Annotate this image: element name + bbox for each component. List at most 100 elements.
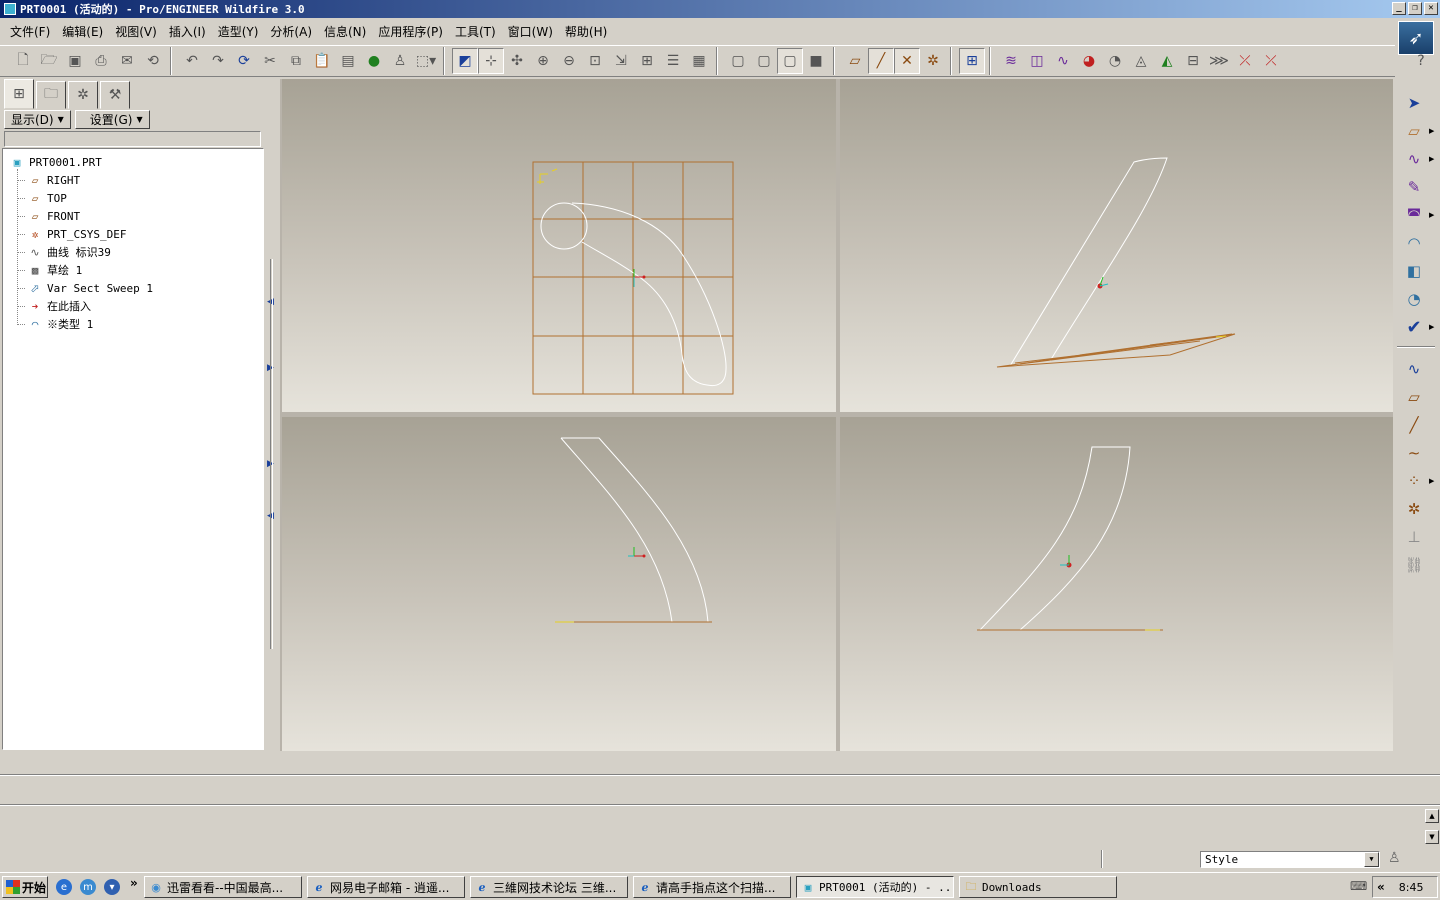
show-menu-button[interactable]: 显示(D) ▼	[4, 110, 71, 129]
send-mail-icon[interactable]: ✉	[114, 48, 140, 74]
quicklaunch-more-icon[interactable]: »	[130, 876, 138, 890]
menu-applications[interactable]: 应用程序(P)	[372, 23, 449, 40]
view-manager-icon[interactable]: ▦	[686, 48, 712, 74]
tree-item-front[interactable]: ▱ FRONT	[3, 207, 263, 225]
panel-sash[interactable]: ◀ ▶ ▶ ◀	[266, 79, 278, 751]
surface-trim-icon[interactable]: ◧	[1399, 258, 1429, 284]
model-player-icon[interactable]: ♙	[387, 48, 413, 74]
selection-filter-dropdown[interactable]: Style ▼	[1200, 851, 1380, 868]
shaded-curvature-icon[interactable]: ◔	[1102, 48, 1128, 74]
dihedral-analysis-icon[interactable]: ⋙	[1206, 48, 1232, 74]
settings-menu-button[interactable]: 设置(G) ▼	[74, 110, 150, 129]
taskbar-item[interactable]: ℯ 三維网技术论坛 三维...	[470, 876, 628, 898]
viewport-bottom-left[interactable]	[282, 417, 836, 751]
orient-mode-icon[interactable]: ✣	[504, 48, 530, 74]
ie-quicklaunch-icon[interactable]: e	[56, 879, 72, 895]
restore-button[interactable]: ❐	[1408, 2, 1422, 15]
analysis-feature-icon[interactable]: ⊥	[1399, 524, 1429, 550]
graphics-window[interactable]	[280, 79, 1393, 751]
dropdown-arrow-icon[interactable]: ▼	[1364, 852, 1379, 867]
tree-root-item[interactable]: ▣ PRT0001.PRT	[3, 153, 263, 171]
keyboard-tray-icon[interactable]: ⌨	[1350, 879, 1367, 893]
menu-style[interactable]: 造型(Y)	[212, 23, 265, 40]
sketch-tool-icon[interactable]: ∿	[1399, 356, 1429, 382]
gaussian-curvature-icon[interactable]: ◕	[1076, 48, 1102, 74]
paste-special-icon[interactable]: ▤	[335, 48, 361, 74]
zoom-in-icon[interactable]: ⊕	[530, 48, 556, 74]
taskbar-item[interactable]: ℯ 请高手指点这个扫描...	[633, 876, 791, 898]
folder-browser-tab-icon[interactable]: 🗀	[36, 81, 66, 109]
reorient-icon[interactable]: ⇲	[608, 48, 634, 74]
connections-tab-icon[interactable]: ⚒	[100, 81, 130, 109]
tree-item-right[interactable]: ▱ RIGHT	[3, 171, 263, 189]
cut-icon[interactable]: ✂	[257, 48, 283, 74]
flyout-arrow-icon[interactable]: ▶	[1429, 155, 1434, 163]
selection-box-icon[interactable]: ⬚▾	[413, 48, 439, 74]
tree-item-insert-here[interactable]: ➔ 在此插入	[3, 297, 263, 315]
flyout-arrow-icon[interactable]: ▶	[1429, 211, 1434, 219]
delete-all-analyses-icon[interactable]: ⤫	[1258, 48, 1284, 74]
zoom-out-icon[interactable]: ⊖	[556, 48, 582, 74]
new-file-icon[interactable]: 🗋	[10, 48, 36, 74]
menu-insert[interactable]: 插入(I)	[163, 23, 212, 40]
scroll-up-arrow-icon[interactable]: ▲	[1425, 809, 1439, 823]
context-help-icon[interactable]: ?	[1408, 48, 1434, 74]
refit-icon[interactable]: ⊡	[582, 48, 608, 74]
viewport-bottom-right[interactable]	[840, 417, 1393, 751]
minimize-button[interactable]: _	[1392, 2, 1406, 15]
menu-edit[interactable]: 编辑(E)	[56, 23, 109, 40]
create-curve-icon[interactable]: ∿	[1399, 146, 1429, 172]
no-hidden-icon[interactable]: ▢	[777, 48, 803, 74]
surface-edit-icon[interactable]: ◔	[1399, 286, 1429, 312]
curvature-analysis-icon[interactable]: ≋	[998, 48, 1024, 74]
datum-plane-tool-icon[interactable]: ▱	[1399, 384, 1429, 410]
start-button[interactable]: 开始	[2, 876, 48, 898]
done-checkmark-icon[interactable]: ✔	[1399, 314, 1429, 340]
menu-analysis[interactable]: 分析(A)	[264, 23, 318, 40]
offset-analysis-icon[interactable]: ∿	[1050, 48, 1076, 74]
tree-item-type-1[interactable]: ◠ ※类型 1	[3, 315, 263, 333]
print-icon[interactable]: ⎙	[88, 48, 114, 74]
thunder-quicklaunch-icon[interactable]: m	[80, 879, 96, 895]
flyout-arrow-icon[interactable]: ▶	[1429, 477, 1434, 485]
flyout-arrow-icon[interactable]: ▶	[1429, 127, 1434, 135]
viewport-top-right[interactable]	[840, 79, 1393, 412]
regenerate-icon[interactable]: ⟳	[231, 48, 257, 74]
layers-icon[interactable]: ☰	[660, 48, 686, 74]
shading-icon[interactable]: ■	[803, 48, 829, 74]
tree-item-var-sect-sweep[interactable]: ⬀ Var Sect Sweep 1	[3, 279, 263, 297]
datum-point-tool-icon[interactable]: ⁘	[1399, 468, 1429, 494]
reflection-analysis-icon[interactable]: ◬	[1128, 48, 1154, 74]
copy-icon[interactable]: ⧉	[283, 48, 309, 74]
csys-tool-icon[interactable]: ✲	[1399, 496, 1429, 522]
datum-axis-tool-icon[interactable]: ╱	[1399, 412, 1429, 438]
menu-window[interactable]: 窗口(W)	[502, 23, 559, 40]
taskbar-item-active[interactable]: ▣ PRT0001 (活动的) - ...	[796, 876, 954, 898]
tree-item-sketch[interactable]: ▩ 草绘 1	[3, 261, 263, 279]
create-surface-icon[interactable]: ◚	[1399, 202, 1429, 228]
paste-icon[interactable]: 📋	[309, 48, 335, 74]
redo-icon[interactable]: ↷	[205, 48, 231, 74]
repaint-icon[interactable]: ◩	[452, 48, 478, 74]
menu-help[interactable]: 帮助(H)	[559, 23, 613, 40]
chain-tool-icon[interactable]: ⛓	[1399, 552, 1429, 578]
datum-planes-display-icon[interactable]: ▱	[842, 48, 868, 74]
tree-item-csys[interactable]: ✲ PRT_CSYS_DEF	[3, 225, 263, 243]
active-plane-icon[interactable]: ⊞	[959, 48, 985, 74]
save-icon[interactable]: ▣	[62, 48, 88, 74]
set-active-plane-icon[interactable]: ▱	[1399, 118, 1429, 144]
taskbar-item[interactable]: ℯ 网易电子邮箱 - 逍遥...	[307, 876, 465, 898]
send-link-icon[interactable]: ⟲	[140, 48, 166, 74]
menu-info[interactable]: 信息(N)	[318, 23, 372, 40]
wireframe-icon[interactable]: ▢	[725, 48, 751, 74]
taskbar-item[interactable]: ◉ 迅雷看看--中国最高...	[144, 876, 302, 898]
draft-analysis-icon[interactable]: ◭	[1154, 48, 1180, 74]
datum-curve-tool-icon[interactable]: ∼	[1399, 440, 1429, 466]
menu-view[interactable]: 视图(V)	[109, 23, 163, 40]
select-arrow-icon[interactable]: ➤	[1399, 90, 1429, 116]
spin-center-icon[interactable]: ⊹	[478, 48, 504, 74]
saved-views-icon[interactable]: ⊞	[634, 48, 660, 74]
model-tree-tab-icon[interactable]: ⊞	[4, 79, 34, 109]
section-analysis-icon[interactable]: ◫	[1024, 48, 1050, 74]
csys-display-icon[interactable]: ✲	[920, 48, 946, 74]
